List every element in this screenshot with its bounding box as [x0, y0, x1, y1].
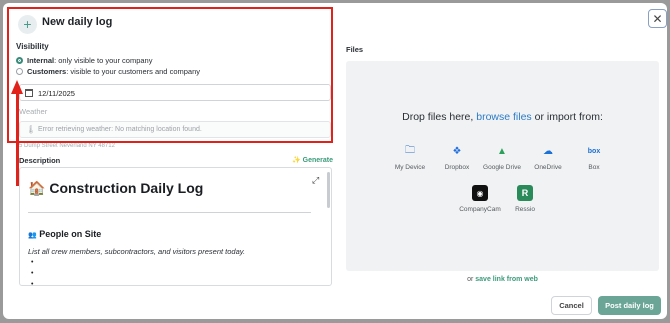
thermometer-icon: 🌡 [26, 125, 37, 134]
editor-heading: 🏠 Construction Daily Log [28, 180, 204, 196]
onedrive-icon: ☁ [543, 145, 553, 157]
weather-label: Weather [19, 107, 48, 116]
companycam-icon: ◉ [472, 185, 488, 201]
close-button[interactable]: ✕ [648, 9, 667, 28]
people-icon: 👥 [28, 232, 37, 239]
editor-instructions: List all crew members, subcontractors, a… [28, 247, 246, 256]
box-icon: box [587, 147, 601, 155]
calendar-icon [25, 89, 33, 97]
date-field[interactable]: 12/11/2025 [19, 84, 331, 101]
weather-error: Error retrieving weather: No matching lo… [38, 126, 202, 133]
google-drive-icon: ▲ [497, 145, 507, 157]
editor-section-heading: 👥 People on Site [28, 229, 102, 239]
option-customers[interactable]: Customers: visible to your customers and… [27, 67, 200, 76]
save-link-from-web-link[interactable]: save link from web [475, 276, 538, 283]
file-dropzone[interactable]: Drop files here, browse files or import … [346, 61, 659, 271]
weather-field: 🌡 Error retrieving weather: No matching … [19, 121, 331, 138]
source-box[interactable]: box Box [566, 143, 622, 172]
expand-icon[interactable]: ⤢ [312, 175, 319, 186]
dialog-title: New daily log [42, 16, 113, 28]
browse-files-link[interactable]: browse files [476, 111, 531, 123]
annotation-arrow-shaft [16, 92, 19, 186]
radio-internal[interactable] [16, 57, 23, 64]
list-bullet: • [31, 259, 34, 266]
annotation-arrow-icon [11, 80, 23, 94]
add-icon: + [18, 15, 37, 34]
list-bullet: • [31, 270, 34, 277]
save-link-line: or save link from web [467, 276, 538, 283]
date-value: 12/11/2025 [38, 89, 75, 98]
location-address: 5 Dump Street Neverland NY 48712 [19, 143, 115, 149]
editor-scrollbar[interactable] [327, 172, 330, 208]
cancel-button[interactable]: Cancel [551, 296, 592, 315]
new-daily-log-dialog: ✕ + New daily log Visibility Internal: o… [3, 3, 667, 319]
source-ressio[interactable]: R Ressio [497, 185, 553, 213]
post-daily-log-button[interactable]: Post daily log [598, 296, 661, 315]
visibility-label: Visibility [16, 42, 49, 51]
drop-instructions: Drop files here, browse files or import … [402, 111, 603, 123]
dropbox-icon: ❖ [452, 145, 462, 157]
files-label: Files [346, 45, 364, 54]
option-internal[interactable]: Internal: only visible to your company [27, 56, 152, 65]
folder-icon: 🗀 [405, 144, 415, 156]
close-icon: ✕ [652, 11, 663, 26]
description-label: Description [19, 156, 61, 165]
house-icon: 🏠 [28, 180, 46, 196]
sparkle-icon: ✨ [292, 157, 301, 164]
radio-customers[interactable] [16, 68, 23, 75]
ressio-icon: R [517, 185, 533, 201]
generate-button[interactable]: ✨ Generate [292, 156, 333, 164]
list-bullet: • [31, 281, 34, 286]
description-editor[interactable]: 🏠 Construction Daily Log ⤢ 👥 People on S… [19, 167, 332, 286]
editor-divider [28, 212, 311, 213]
